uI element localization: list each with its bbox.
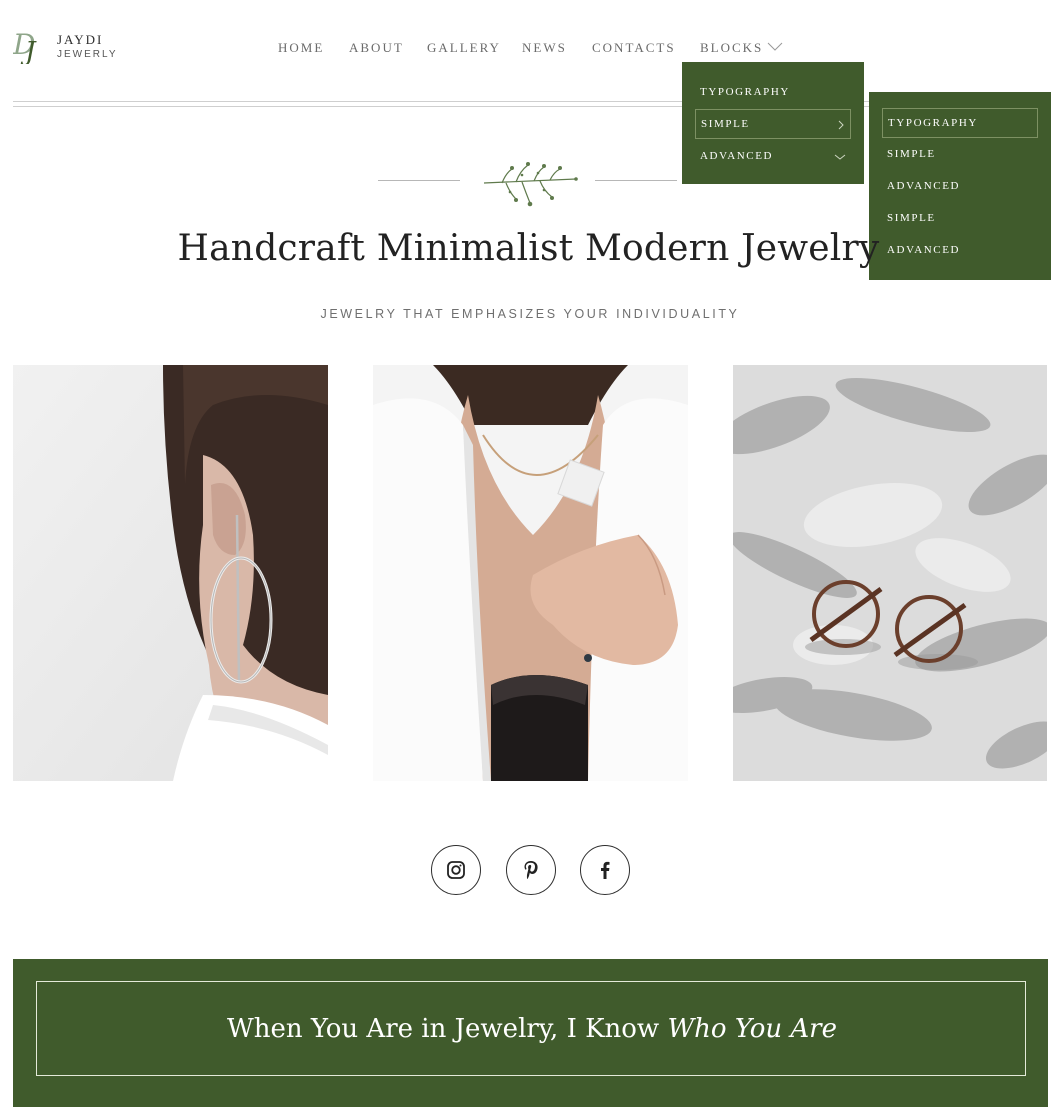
hero-subtitle: JEWELRY THAT EMPHASIZES YOUR INDIVIDUALI… [320,307,740,321]
dropdown-item-simple[interactable]: SIMPLE [695,109,851,139]
instagram-icon [447,861,465,879]
dropdown-item-typography[interactable]: TYPOGRAPHY [700,86,790,98]
brand-tagline: JEWERLY [57,49,118,60]
pinterest-icon [524,861,538,879]
nav-contacts[interactable]: CONTACTS [592,40,676,56]
marble-pendant-necklace-photo [373,365,688,781]
pinterest-button[interactable] [506,845,556,895]
instagram-button[interactable] [431,845,481,895]
rose-gold-circle-earrings-photo [733,365,1047,781]
brand-name: JAYDI [57,32,104,47]
monogram-icon: D J [13,28,37,64]
quote-text: When You Are in Jewelry, I Know Who You … [37,1014,1027,1044]
gallery-photo-necklace[interactable] [373,365,688,781]
quote-text-regular: When You Are in Jewelry, I Know [227,1014,668,1044]
brand-logo[interactable]: D J JAYDI JEWERLY [13,28,123,68]
facebook-icon [601,861,610,879]
quote-frame: When You Are in Jewelry, I Know Who You … [36,981,1026,1076]
blocks-dropdown: TYPOGRAPHY SIMPLE ADVANCED [682,62,864,184]
quote-text-italic: Who You Are [667,1014,837,1044]
facebook-button[interactable] [580,845,630,895]
leaf-sprig-icon [483,162,578,207]
dropdown-item-advanced[interactable]: ADVANCED [700,150,773,162]
chevron-down-icon[interactable] [767,42,783,52]
nav-about[interactable]: ABOUT [349,40,404,56]
hoop-earring-photo [13,365,328,781]
submenu-item-simple[interactable]: SIMPLE [887,148,936,160]
nav-news[interactable]: NEWS [522,40,567,56]
ornament-line-right [595,180,677,181]
submenu-item-advanced[interactable]: ADVANCED [887,180,960,192]
chevron-right-icon [838,120,844,130]
submenu-item-simple-2[interactable]: SIMPLE [887,212,936,224]
nav-blocks[interactable]: BLOCKS [700,40,763,56]
ornament-line-left [378,180,460,181]
gallery-photo-earrings-circle[interactable] [733,365,1047,781]
nav-gallery[interactable]: GALLERY [427,40,501,56]
gallery-photo-earring[interactable] [13,365,328,781]
dropdown-item-simple-label: SIMPLE [701,118,750,130]
chevron-down-icon [834,154,846,160]
nav-home[interactable]: HOME [278,40,324,56]
submenu-item-typography[interactable]: TYPOGRAPHY [882,108,1038,138]
hero-title: Handcraft Minimalist Modern Jewelry [177,228,880,269]
submenu-item-typography-label: TYPOGRAPHY [888,117,978,129]
quote-banner: When You Are in Jewelry, I Know Who You … [13,959,1048,1107]
